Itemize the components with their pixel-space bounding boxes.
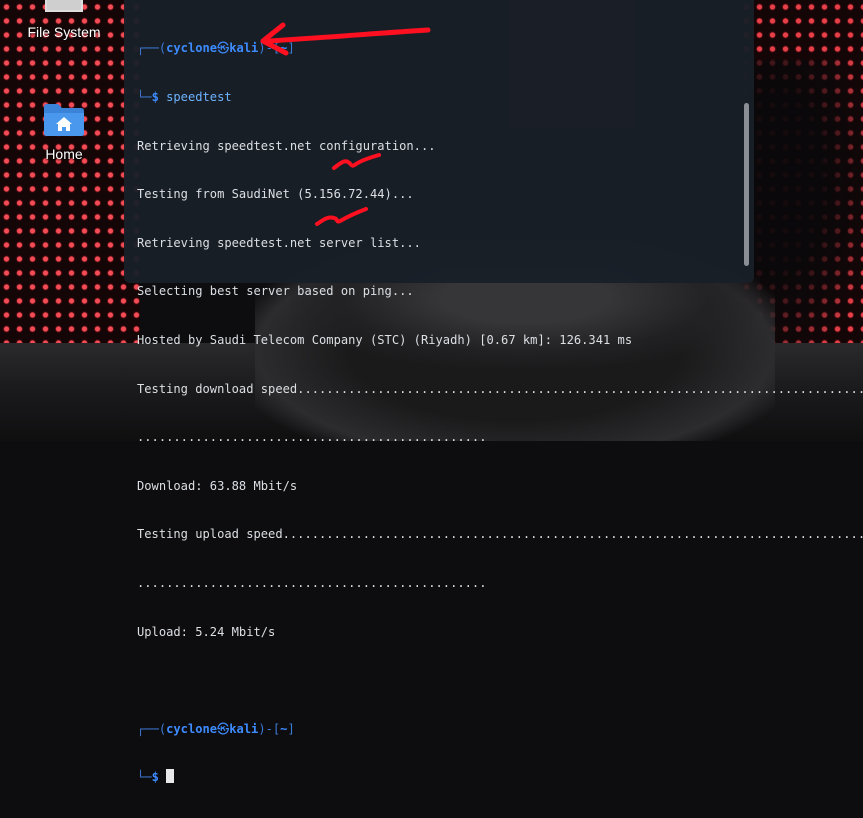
prompt-header: ┌──(cyclone㉿kali)-[~] xyxy=(137,721,737,737)
terminal-scrollbar[interactable] xyxy=(744,103,749,266)
output-line: Testing download speed..................… xyxy=(137,381,863,396)
prompt-frame: )-[ xyxy=(258,41,281,56)
output-line: Testing upload speed....................… xyxy=(137,527,863,542)
output-line: Retrieving speedtest.net server list... xyxy=(137,235,421,250)
upload-result: Upload: 5.24 Mbit/s xyxy=(137,624,276,639)
skull-icon: ㉿ xyxy=(217,721,230,736)
download-result: Download: 63.88 Mbit/s xyxy=(137,478,298,493)
prompt-user: cyclone xyxy=(166,41,218,56)
wallpaper-led-dots-left xyxy=(0,0,140,345)
prompt-header: ┌──(cyclone㉿kali)-[~] xyxy=(137,40,737,56)
prompt-frame: └─ xyxy=(137,90,152,104)
skull-icon: ㉿ xyxy=(217,41,230,56)
prompt-command-line: └─$ speedtest xyxy=(137,89,737,105)
prompt-symbol: $ xyxy=(151,90,159,104)
typed-command: speedtest xyxy=(166,90,232,104)
drive-icon xyxy=(45,0,83,12)
desktop-icon-label: Home xyxy=(45,146,83,162)
desktop-icon-home[interactable]: Home xyxy=(14,101,114,162)
prompt-host: kali xyxy=(229,41,259,56)
prompt-frame: ┌──( xyxy=(137,721,167,736)
prompt-frame: ┌──( xyxy=(137,41,167,56)
output-line: Testing from SaudiNet (5.156.72.44)... xyxy=(137,187,414,202)
output-line: ........................................… xyxy=(137,575,487,590)
terminal-output[interactable]: ┌──(cyclone㉿kali)-[~] └─$ speedtest Retr… xyxy=(137,8,863,818)
text-cursor xyxy=(166,769,175,784)
output-line: ........................................… xyxy=(137,430,487,445)
home-folder-icon xyxy=(42,101,86,137)
prompt-host: kali xyxy=(229,721,259,736)
prompt-symbol: $ xyxy=(151,770,159,785)
prompt-frame: ] xyxy=(287,721,295,736)
prompt-frame: ] xyxy=(287,41,295,56)
output-line: Selecting best server based on ping... xyxy=(137,284,414,299)
prompt-path: ~ xyxy=(280,721,288,736)
desktop-icon-label: File System xyxy=(27,24,101,40)
terminal-window[interactable]: ┌──(cyclone㉿kali)-[~] └─$ speedtest Retr… xyxy=(124,0,863,784)
prompt-frame: └─ xyxy=(137,770,152,785)
output-line: Hosted by Saudi Telecom Company (STC) (R… xyxy=(137,332,633,347)
prompt-command-line[interactable]: └─$ xyxy=(137,769,737,785)
prompt-frame: )-[ xyxy=(258,721,281,736)
prompt-user: cyclone xyxy=(166,721,218,736)
output-line: Retrieving speedtest.net configuration..… xyxy=(137,138,436,153)
desktop-icon-file-system[interactable]: File System xyxy=(14,0,114,40)
